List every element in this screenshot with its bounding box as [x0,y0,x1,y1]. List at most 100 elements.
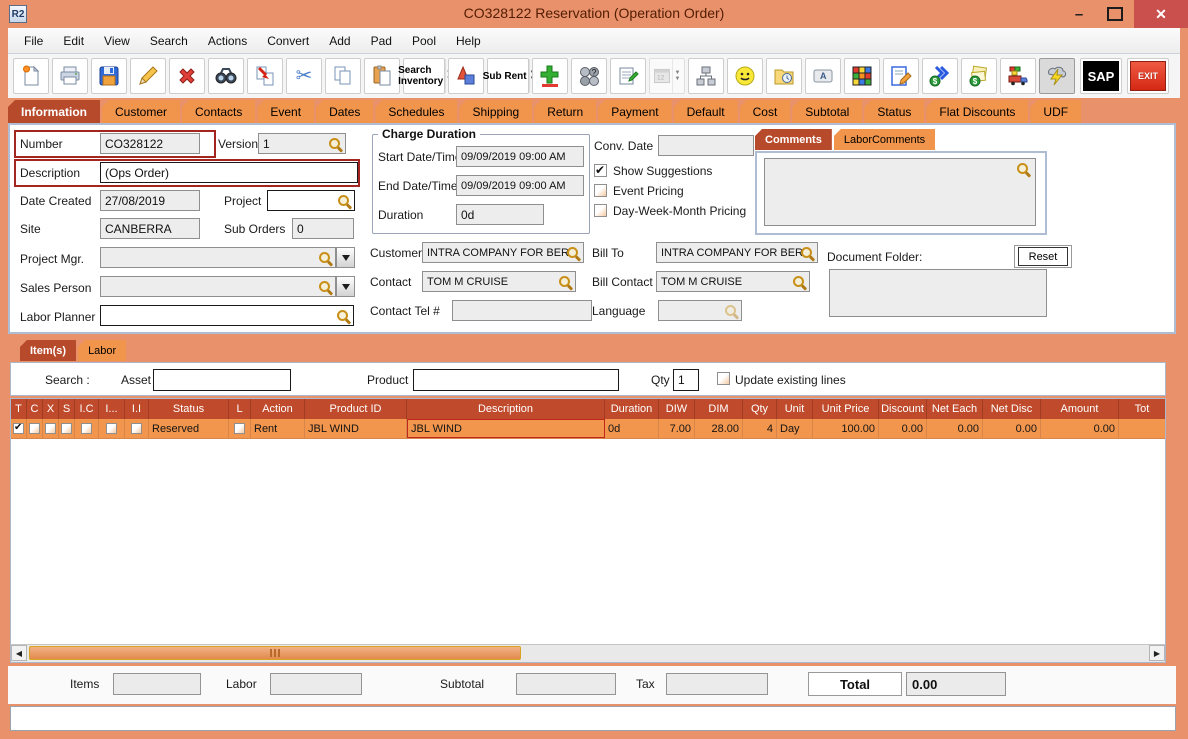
close-button[interactable]: ✕ [1134,0,1188,28]
pool-button[interactable] [844,58,880,94]
cell-description[interactable]: JBL WIND [407,419,605,438]
col-net-disc[interactable]: Net Disc [983,399,1041,419]
crew-button[interactable] [727,58,763,94]
i-dots-checkbox[interactable] [106,423,117,434]
cell-s[interactable] [59,419,75,438]
cell-duration[interactable]: 0d [605,419,659,438]
edit-document-button[interactable] [883,58,919,94]
paste-special-button[interactable] [247,58,283,94]
col-diw[interactable]: DIW [659,399,695,419]
tab-udf[interactable]: UDF [1030,100,1081,123]
col-ic[interactable]: I.C [75,399,99,419]
org-chart-button[interactable] [688,58,724,94]
tab-items[interactable]: Item(s) [20,340,76,361]
minimize-button[interactable]: – [1062,0,1096,28]
new-document-button[interactable] [13,58,49,94]
print-button[interactable] [52,58,88,94]
l-checkbox[interactable] [234,423,245,434]
reset-button[interactable]: Reset [1018,247,1068,266]
contact-lookup-icon[interactable] [558,275,573,290]
menu-convert[interactable]: Convert [257,34,319,48]
col-dim[interactable]: DIM [695,399,743,419]
col-description[interactable]: Description [407,399,605,419]
horizontal-scrollbar[interactable]: ◀ ▶ [11,644,1165,662]
search-inventory-button[interactable]: SearchInventory ▼▼ [403,58,445,94]
col-unit-price[interactable]: Unit Price [813,399,879,419]
cell-diw[interactable]: 7.00 [659,419,695,438]
tab-customer[interactable]: Customer [102,100,180,123]
menu-pad[interactable]: Pad [361,34,402,48]
tab-comments[interactable]: Comments [755,129,832,150]
update-existing-lines-checkbox[interactable] [717,372,730,385]
s-checkbox[interactable] [61,423,72,434]
tab-dates[interactable]: Dates [316,100,373,123]
cell-amount[interactable]: 0.00 [1041,419,1119,438]
col-qty[interactable]: Qty [743,399,777,419]
delete-button[interactable] [169,58,205,94]
col-unit[interactable]: Unit [777,399,813,419]
cell-dim[interactable]: 28.00 [695,419,743,438]
contact-field[interactable]: TOM M CRUISE [422,271,576,292]
cell-c[interactable] [27,419,43,438]
document-folder-textarea[interactable] [829,269,1047,317]
project-mgr-field[interactable] [100,247,336,268]
tab-shipping[interactable]: Shipping [459,100,532,123]
project-mgr-dropdown[interactable] [336,247,355,268]
sales-person-lookup-icon[interactable] [318,280,333,295]
cell-ii[interactable] [125,419,149,438]
ii-checkbox[interactable] [131,423,142,434]
scroll-right-arrow[interactable]: ▶ [1149,645,1165,661]
date-created-field[interactable]: 27/08/2019 [100,190,200,211]
exit-button[interactable]: EXIT [1127,58,1169,94]
day-week-month-pricing-checkbox[interactable] [594,204,607,217]
tab-status[interactable]: Status [864,100,924,123]
paste-button[interactable] [364,58,400,94]
edit-button[interactable] [130,58,166,94]
language-field[interactable] [658,300,742,321]
customer-field[interactable]: INTRA COMPANY FOR BER [422,242,584,263]
cell-status[interactable]: Reserved [149,419,229,438]
menu-edit[interactable]: Edit [53,34,94,48]
duration-field[interactable]: 0d [456,204,544,225]
history-folder-button[interactable] [766,58,802,94]
add-line-button[interactable] [532,58,568,94]
menu-pool[interactable]: Pool [402,34,446,48]
maximize-button[interactable] [1098,0,1132,28]
save-button[interactable] [91,58,127,94]
sub-rent-button[interactable]: Sub Rent ▼▼ [487,58,529,94]
quick-action-button[interactable] [1039,58,1075,94]
find-button[interactable] [208,58,244,94]
ic-checkbox[interactable] [81,423,92,434]
version-field[interactable]: 1 [258,133,346,154]
cell-net-each[interactable]: 0.00 [927,419,983,438]
tab-flat-discounts[interactable]: Flat Discounts [926,100,1028,123]
product-search-input[interactable] [413,369,619,391]
labor-planner-field[interactable] [100,305,354,326]
start-datetime-field[interactable]: 09/09/2019 09:00 AM [456,146,584,167]
cell-unit-price[interactable]: 100.00 [813,419,879,438]
col-tot[interactable]: Tot [1119,399,1165,419]
scrollbar-thumb[interactable] [29,646,521,660]
cell-i-dots[interactable] [99,419,125,438]
version-lookup-icon[interactable] [328,137,343,152]
cell-product-id[interactable]: JBL WIND [305,419,407,438]
col-action[interactable]: Action [251,399,305,419]
col-i-dots[interactable]: I... [99,399,125,419]
site-field[interactable]: CANBERRA [100,218,200,239]
scroll-left-arrow[interactable]: ◀ [11,645,27,661]
tab-information[interactable]: Information [8,100,100,123]
calendar-button[interactable]: 12 ▼▼ [649,58,685,94]
t-checkbox[interactable] [13,423,24,434]
bill-to-field[interactable]: INTRA COMPANY FOR BER [656,242,818,263]
bill-contact-lookup-icon[interactable] [792,275,807,290]
col-amount[interactable]: Amount [1041,399,1119,419]
col-t[interactable]: T [11,399,27,419]
grid-row[interactable]: Reserved Rent JBL WIND JBL WIND 0d 7.00 … [11,419,1165,439]
menu-file[interactable]: File [14,34,53,48]
c-checkbox[interactable] [29,423,40,434]
col-ii[interactable]: I.I [125,399,149,419]
col-duration[interactable]: Duration [605,399,659,419]
menu-search[interactable]: Search [140,34,198,48]
tab-cost[interactable]: Cost [740,100,791,123]
event-pricing-checkbox[interactable] [594,184,607,197]
